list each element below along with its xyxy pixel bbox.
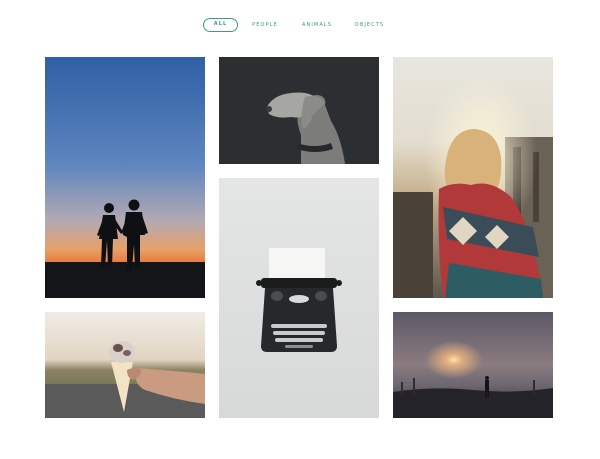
woman-blanket-image [393, 57, 553, 298]
gallery-item-typewriter[interactable] [219, 178, 379, 418]
gallery-item-ice-cream[interactable] [45, 312, 205, 418]
gallery-item-foggy-field[interactable] [393, 312, 553, 418]
gallery-item-dog[interactable] [219, 57, 379, 164]
filter-people[interactable]: PEOPLE [248, 18, 282, 32]
dog-image [219, 57, 379, 164]
ice-cream-image [45, 312, 205, 418]
filter-nav: ALL PEOPLE ANIMALS OBJECTS [0, 18, 600, 34]
filter-animals[interactable]: ANIMALS [298, 18, 336, 32]
couple-sunset-image [45, 57, 205, 298]
foggy-field-image [393, 312, 553, 418]
gallery-item-woman-blanket[interactable] [393, 57, 553, 298]
filter-objects[interactable]: OBJECTS [351, 18, 388, 32]
filter-all[interactable]: ALL [203, 18, 238, 32]
gallery-item-couple-sunset[interactable] [45, 57, 205, 298]
portfolio-page: ALL PEOPLE ANIMALS OBJECTS [0, 0, 600, 459]
typewriter-image [219, 178, 379, 418]
